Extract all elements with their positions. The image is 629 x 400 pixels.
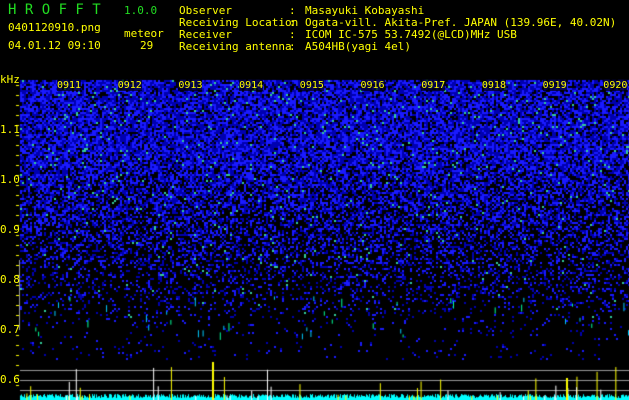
freq-tick-label: 0.9 — [0, 223, 20, 236]
freq-tick-label: 0.8 — [0, 273, 20, 286]
time-tick-label: 0911 — [57, 80, 82, 91]
freq-tick-label: 1.0 — [0, 173, 20, 186]
time-tick-label: 0915 — [299, 80, 324, 91]
file-name: 0401120910.png — [8, 21, 101, 34]
app-version: 1.0.0 — [124, 4, 158, 17]
time-tick-label: 0917 — [421, 80, 446, 91]
spectrogram-canvas — [0, 0, 629, 400]
time-tick-label: 0913 — [178, 80, 203, 91]
time-tick-label: 0914 — [239, 80, 264, 91]
freq-tick-label: 0.7 — [0, 323, 20, 336]
meteor-count: 29 — [140, 39, 154, 52]
freq-tick-label: 0.6 — [0, 373, 20, 386]
app-title: H R O F F T — [8, 2, 101, 18]
time-tick-label: 0920 — [603, 80, 628, 91]
time-tick-label: 0918 — [481, 80, 506, 91]
datetime: 04.01.12 09:10 — [8, 39, 101, 52]
info-label: Receiving antenna — [179, 40, 292, 53]
time-tick-label: 0919 — [542, 80, 567, 91]
time-tick-label: 0916 — [360, 80, 385, 91]
info-value: A504HB(yagi 4el) — [305, 40, 411, 53]
time-tick-label: 0912 — [117, 80, 142, 91]
info-colon: : — [289, 40, 296, 53]
freq-tick-label: 1.1 — [0, 123, 20, 136]
freq-unit: kHz — [0, 73, 20, 86]
